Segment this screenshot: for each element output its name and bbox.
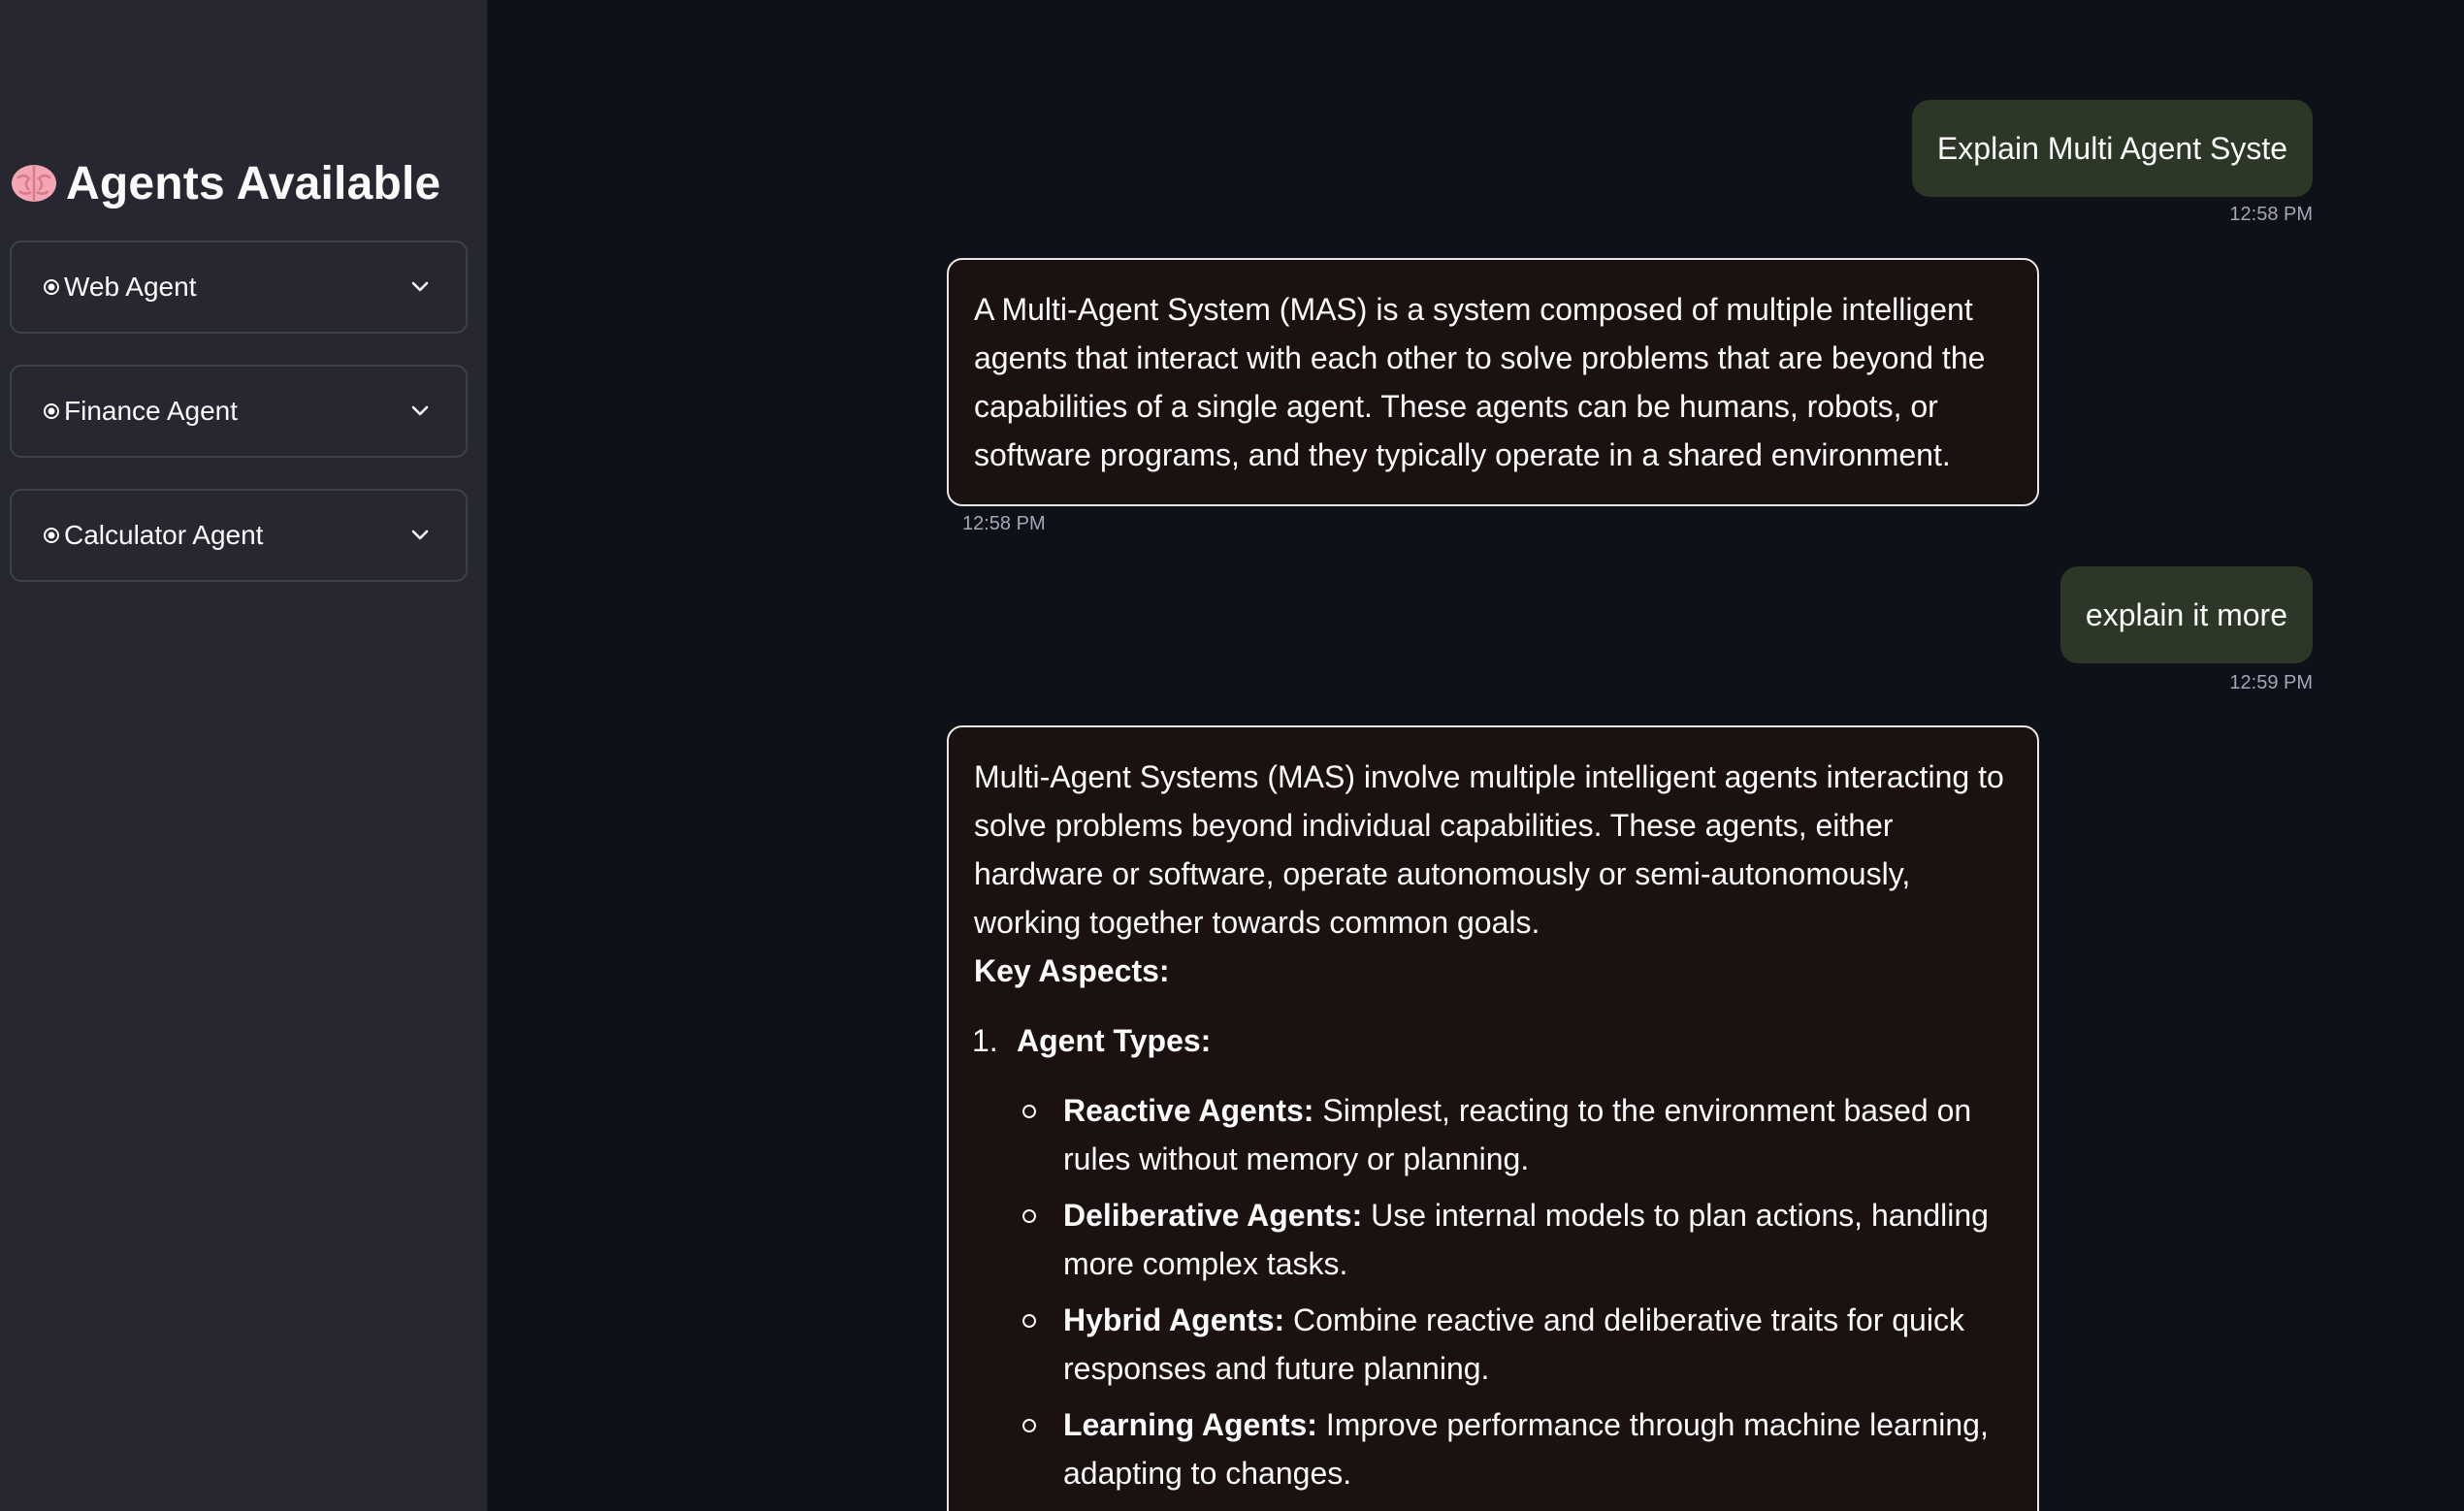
chevron-down-icon[interactable]: [407, 274, 433, 300]
list-item: Reactive Agents: Simplest, reacting to t…: [1022, 1086, 2012, 1183]
chevron-down-icon[interactable]: [407, 399, 433, 424]
dot-icon: [43, 527, 60, 544]
numbered-list-item: 1. Agent Types:: [972, 1016, 2012, 1065]
list-item-term: Deliberative Agents:: [1063, 1198, 1363, 1233]
user-message: Explain Multi Agent Syste: [1911, 100, 2313, 197]
message-timestamp: 12:58 PM: [962, 513, 1046, 534]
brain-icon: [10, 159, 58, 208]
list-title: Agent Types:: [1017, 1023, 1212, 1058]
list-item-term: Hybrid Agents:: [1063, 1302, 1285, 1337]
user-message: explain it more: [2059, 566, 2313, 663]
assistant-message-intro: Multi-Agent Systems (MAS) involve multip…: [974, 759, 2004, 940]
list-item: Learning Agents: Improve performance thr…: [1022, 1400, 2012, 1497]
assistant-message-heading: Key Aspects:: [974, 953, 1170, 988]
message-timestamp: 12:59 PM: [2229, 672, 2313, 693]
message-timestamp: 12:58 PM: [2229, 204, 2313, 225]
expander-finance-agent[interactable]: Finance Agent: [10, 365, 468, 458]
list-item-term: Learning Agents:: [1063, 1407, 1317, 1442]
app-root: Agents Available Web Agent Finance Agent: [0, 0, 2464, 1511]
expander-calculator-agent[interactable]: Calculator Agent: [10, 489, 468, 582]
list-item: Deliberative Agents: Use internal models…: [1022, 1191, 2012, 1288]
list-item: Hybrid Agents: Combine reactive and deli…: [1022, 1296, 2012, 1393]
expander-label: Web Agent: [64, 272, 197, 302]
assistant-message: A Multi-Agent System (MAS) is a system c…: [947, 258, 2039, 506]
assistant-message: Multi-Agent Systems (MAS) involve multip…: [947, 725, 2039, 1511]
expander-web-agent[interactable]: Web Agent: [10, 241, 468, 334]
expander-label: Finance Agent: [64, 396, 239, 426]
sidebar-title: Agents Available: [66, 157, 441, 209]
assistant-message-text: A Multi-Agent System (MAS) is a system c…: [974, 292, 1986, 472]
dot-icon: [43, 278, 60, 296]
list-item-term: Reactive Agents:: [1063, 1093, 1314, 1128]
chat-area: Explain Multi Agent Syste 12:58 PM A Mul…: [487, 0, 2464, 1511]
agent-types-list: Reactive Agents: Simplest, reacting to t…: [1019, 1086, 2012, 1497]
sidebar-header: Agents Available: [10, 153, 440, 213]
list-number: 1.: [972, 1023, 998, 1058]
expander-label: Calculator Agent: [64, 520, 264, 550]
sidebar: Agents Available Web Agent Finance Agent: [0, 0, 487, 1511]
dot-icon: [43, 402, 60, 420]
chevron-down-icon[interactable]: [407, 523, 433, 548]
